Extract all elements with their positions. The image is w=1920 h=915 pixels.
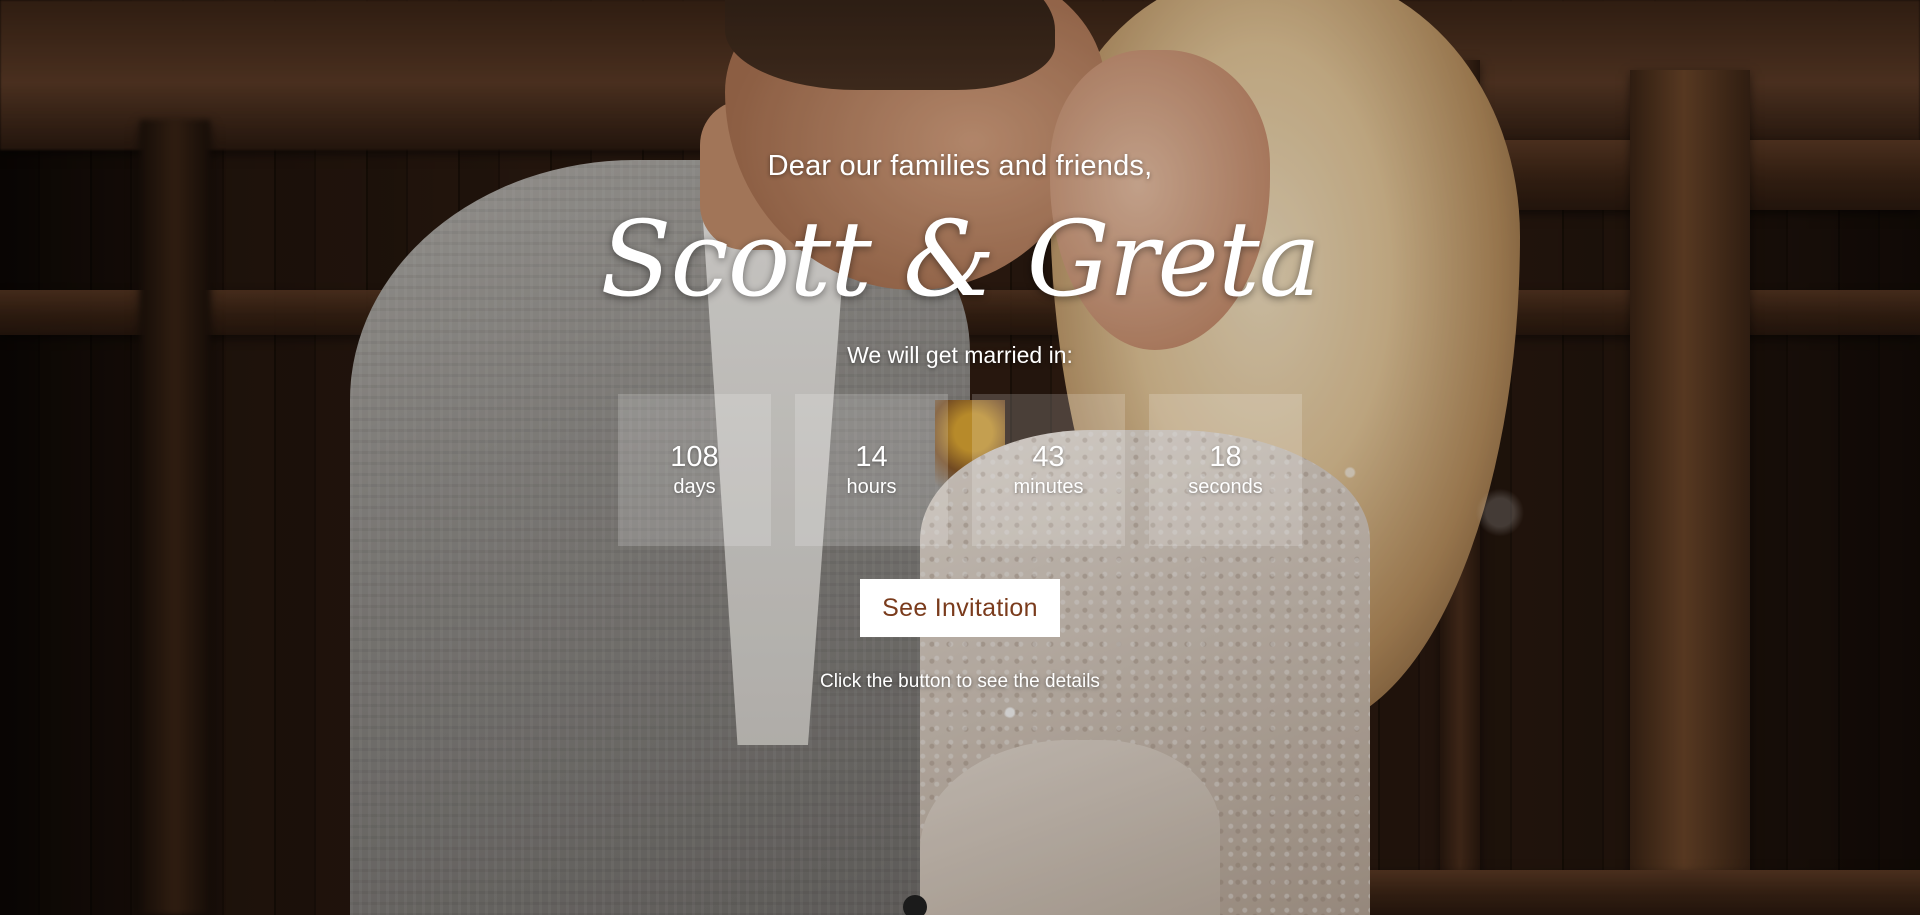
countdown-hours-label: hours: [846, 475, 897, 498]
couple-names: Scott & Greta: [600, 198, 1321, 320]
button-hint: Click the button to see the details: [820, 671, 1100, 693]
greeting-text: Dear our families and friends,: [767, 150, 1153, 182]
countdown-minutes-value: 43: [1032, 440, 1065, 473]
countdown-seconds: 18 seconds: [1149, 394, 1302, 547]
countdown-seconds-value: 18: [1209, 440, 1242, 473]
countdown-intro: We will get married in:: [847, 342, 1073, 369]
countdown-timer: 108 days 14 hours 43 minutes 18 seconds: [560, 394, 1360, 547]
countdown-hours-value: 14: [855, 440, 888, 473]
hero-content: Dear our families and friends, Scott & G…: [560, 150, 1360, 693]
countdown-days-label: days: [673, 475, 716, 498]
countdown-days-value: 108: [670, 440, 719, 473]
countdown-minutes: 43 minutes: [972, 394, 1125, 547]
countdown-minutes-label: minutes: [1013, 475, 1084, 498]
countdown-days: 108 days: [618, 394, 771, 547]
see-invitation-button[interactable]: See Invitation: [860, 579, 1060, 638]
countdown-hours: 14 hours: [795, 394, 948, 547]
hero-section: Dear our families and friends, Scott & G…: [0, 0, 1920, 915]
countdown-seconds-label: seconds: [1188, 475, 1263, 498]
